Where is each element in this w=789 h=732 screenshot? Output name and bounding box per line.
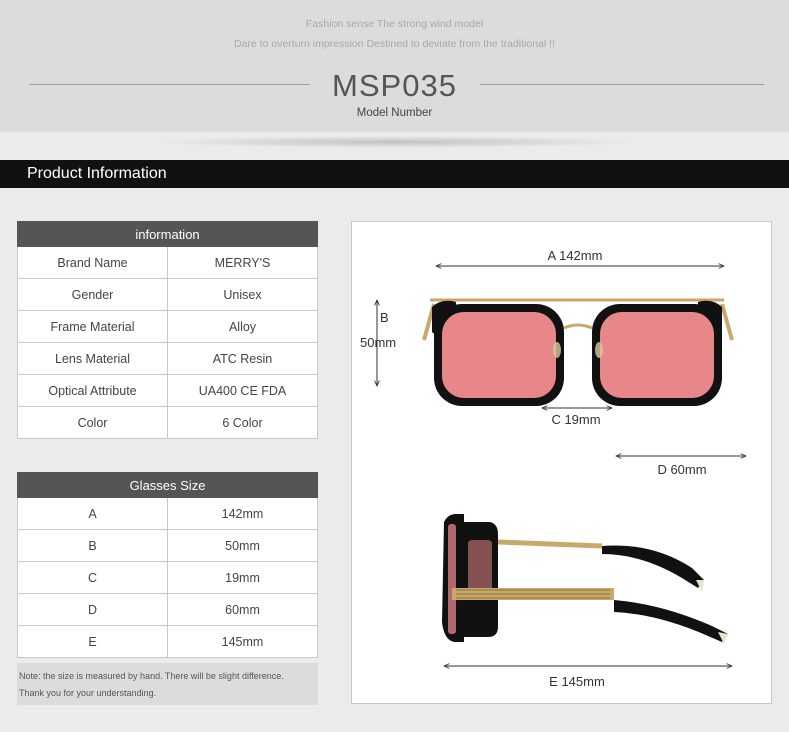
table-row: Frame Material Alloy <box>17 310 318 343</box>
row-value: MERRY'S <box>167 246 318 279</box>
row-label: B <box>17 529 168 562</box>
glasses-size-table: Glasses Size A 142mm B 50mm C 19mm D 60mm E1… <box>17 472 318 658</box>
dimension-d-label: D 60mm <box>657 462 706 477</box>
row-value: 145mm <box>167 625 318 658</box>
table-row: Brand Name MERRY'S <box>17 246 318 279</box>
front-view-glasses <box>422 298 734 406</box>
information-table: information Brand Name MERRY'S Gender Unis… <box>17 221 318 439</box>
row-value: Unisex <box>167 278 318 311</box>
section-header-bar: Product Information <box>0 160 789 188</box>
information-table-header: information <box>17 221 318 247</box>
row-label: Brand Name <box>17 246 168 279</box>
section-title: Product Information <box>27 165 167 182</box>
measurement-note: Note: the size is measured by hand. Ther… <box>17 663 318 705</box>
row-value: ATC Resin <box>167 342 318 375</box>
model-number-label: Model Number <box>356 107 433 119</box>
note-line-2: Thank you for your understanding. <box>19 688 157 698</box>
table-row: Lens Material ATC Resin <box>17 342 318 375</box>
dimension-b-letter: B <box>380 310 389 325</box>
row-value: Alloy <box>167 310 318 343</box>
table-row: Gender Unisex <box>17 278 318 311</box>
row-label: Lens Material <box>17 342 168 375</box>
hero-shadow <box>150 136 640 148</box>
row-label: D <box>17 593 168 626</box>
dimension-a-label: A 142mm <box>548 248 603 263</box>
row-label: C <box>17 561 168 594</box>
dimension-b-value: 50mm <box>360 335 396 350</box>
dimension-c-label: C 19mm <box>551 412 600 427</box>
row-value: UA400 CE FDA <box>167 374 318 407</box>
dimension-e-label: E 145mm <box>549 674 605 689</box>
note-line-1: Note: the size is measured by hand. Ther… <box>19 671 284 681</box>
glasses-size-table-header: Glasses Size <box>17 472 318 498</box>
model-number: MSP035 <box>332 68 457 103</box>
table-row: A 142mm <box>17 497 318 530</box>
table-row: C 19mm <box>17 561 318 594</box>
table-row: Color 6 Color <box>17 406 318 439</box>
row-label: Color <box>17 406 168 439</box>
tagline-primary: Fashion sense The strong wind model <box>305 18 484 30</box>
tagline-secondary: Dare to overturn impression Destined to … <box>234 38 555 50</box>
table-row: E 145mm <box>17 625 318 658</box>
table-row: D 60mm <box>17 593 318 626</box>
row-label: E <box>17 625 168 658</box>
row-label: A <box>17 497 168 530</box>
table-row: B 50mm <box>17 529 318 562</box>
row-value: 6 Color <box>167 406 318 439</box>
row-value: 142mm <box>167 497 318 530</box>
glasses-dimension-diagram: A 142mm B 50mm C 19mm D 60mm E 145mm <box>351 221 772 704</box>
row-value: 60mm <box>167 593 318 626</box>
row-value: 19mm <box>167 561 318 594</box>
dimension-diagram-svg: A 142mm B 50mm C 19mm D 60mm E 145mm <box>360 248 773 689</box>
side-view-glasses <box>442 514 728 644</box>
row-label: Frame Material <box>17 310 168 343</box>
table-row: Optical Attribute UA400 CE FDA <box>17 374 318 407</box>
row-value: 50mm <box>167 529 318 562</box>
row-label: Gender <box>17 278 168 311</box>
hero-banner: Fashion sense The strong wind model Dare… <box>0 0 789 132</box>
row-label: Optical Attribute <box>17 374 168 407</box>
